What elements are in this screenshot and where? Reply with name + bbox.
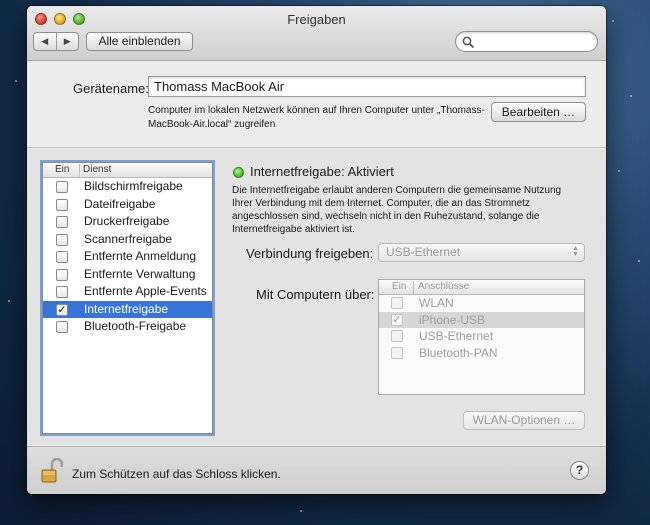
service-checkbox[interactable] — [56, 321, 68, 333]
port-row[interactable]: USB-Ethernet — [379, 328, 584, 345]
service-row[interactable]: Entfernte Apple-Events — [43, 283, 212, 301]
port-checkbox[interactable]: ✓ — [391, 313, 403, 326]
ports-header-on[interactable]: Ein — [392, 280, 406, 294]
computer-name-label: Gerätename: — [73, 81, 149, 96]
port-list-header: Ein Anschlüsse — [379, 280, 584, 295]
share-from-value: USB-Ethernet — [386, 245, 461, 259]
service-row[interactable]: Entfernte Anmeldung — [43, 248, 212, 266]
service-label: Scannerfreigabe — [84, 231, 173, 246]
port-row[interactable]: ✓ iPhone-USB — [379, 311, 584, 328]
lock-text: Zum Schützen auf das Schloss klicken. — [72, 467, 281, 481]
service-checkbox[interactable] — [56, 233, 68, 246]
port-label: Bluetooth-PAN — [419, 345, 498, 360]
service-row[interactable]: Druckerfreigabe — [43, 213, 212, 231]
service-label: Bluetooth-Freigabe — [84, 319, 187, 333]
computer-name-field[interactable]: Thomass MacBook Air — [148, 76, 586, 97]
help-button[interactable]: ? — [570, 461, 589, 480]
computer-name-description: Computer im lokalen Netzwerk können auf … — [148, 105, 485, 130]
edit-button[interactable]: Bearbeiten … — [491, 102, 586, 122]
navigation-buttons: ◀ ▶ — [33, 32, 79, 51]
service-list: Ein Dienst Bildschirmfreigabe Dateifreiga… — [42, 162, 213, 434]
ports-header-divider — [413, 281, 414, 294]
search-input[interactable] — [455, 31, 598, 52]
sharing-window: Freigaben ◀ ▶ Alle einblenden Gerätename… — [27, 6, 606, 494]
service-checkbox[interactable] — [56, 251, 68, 263]
service-label: Bildschirmfreigabe — [84, 179, 183, 193]
header-on[interactable]: Ein — [55, 163, 69, 177]
popup-arrows-icon: ▲ ▼ — [572, 245, 579, 258]
service-label: Entfernte Anmeldung — [84, 249, 197, 263]
service-row[interactable]: Scannerfreigabe — [43, 231, 212, 249]
header-divider — [79, 164, 80, 177]
service-checkbox[interactable] — [56, 286, 68, 298]
service-checkbox[interactable] — [56, 181, 68, 193]
open-lock-icon[interactable] — [41, 458, 63, 484]
service-checkbox[interactable] — [56, 216, 68, 228]
service-label: Druckerfreigabe — [84, 214, 170, 228]
titlebar: Freigaben ◀ ▶ Alle einblenden — [27, 6, 606, 61]
window-title: Freigaben — [287, 12, 346, 27]
service-list-header: Ein Dienst — [43, 163, 212, 178]
service-checkbox[interactable] — [56, 198, 68, 211]
service-checkbox[interactable]: ✓ — [56, 303, 68, 316]
back-button[interactable]: ◀ — [34, 33, 57, 50]
show-all-button[interactable]: Alle einblenden — [86, 32, 193, 51]
service-row[interactable]: Bildschirmfreigabe — [43, 178, 212, 196]
port-checkbox[interactable] — [391, 330, 403, 342]
port-row[interactable]: Bluetooth-PAN — [379, 345, 584, 362]
port-checkbox[interactable] — [391, 346, 403, 359]
port-checkbox[interactable] — [391, 297, 403, 309]
port-row[interactable]: WLAN — [379, 295, 584, 312]
service-label: Internetfreigabe — [84, 301, 169, 316]
service-label: Entfernte Verwaltung — [84, 266, 196, 281]
port-label: USB-Ethernet — [419, 329, 494, 343]
port-label: iPhone-USB — [419, 312, 486, 327]
service-row[interactable]: Bluetooth-Freigabe — [43, 318, 212, 336]
service-checkbox[interactable] — [56, 268, 68, 281]
search-icon — [462, 36, 474, 48]
share-from-label: Verbindung freigeben: — [246, 246, 374, 261]
status-title: Internetfreigabe: Aktiviert — [250, 164, 394, 179]
service-row[interactable]: ✓ Internetfreigabe — [43, 300, 212, 318]
header-service[interactable]: Dienst — [83, 163, 111, 177]
share-from-select[interactable]: USB-Ethernet ▲ ▼ — [378, 243, 585, 262]
port-label: WLAN — [419, 296, 454, 310]
status-indicator-icon — [233, 167, 244, 178]
service-row[interactable]: Dateifreigabe — [43, 196, 212, 214]
service-row[interactable]: Entfernte Verwaltung — [43, 266, 212, 284]
status-description: Die Internetfreigabe erlaubt anderen Com… — [232, 185, 562, 235]
service-label: Entfernte Apple-Events — [84, 284, 207, 298]
wlan-options-button[interactable]: WLAN-Optionen … — [463, 411, 585, 430]
ports-header-name[interactable]: Anschlüsse — [418, 280, 469, 294]
forward-button[interactable]: ▶ — [57, 33, 79, 50]
service-label: Dateifreigabe — [84, 196, 156, 211]
port-list: Ein Anschlüsse WLAN ✓ iPhone-USB USB-Ethern… — [378, 279, 585, 395]
to-computers-label: Mit Computern über: — [256, 287, 375, 302]
